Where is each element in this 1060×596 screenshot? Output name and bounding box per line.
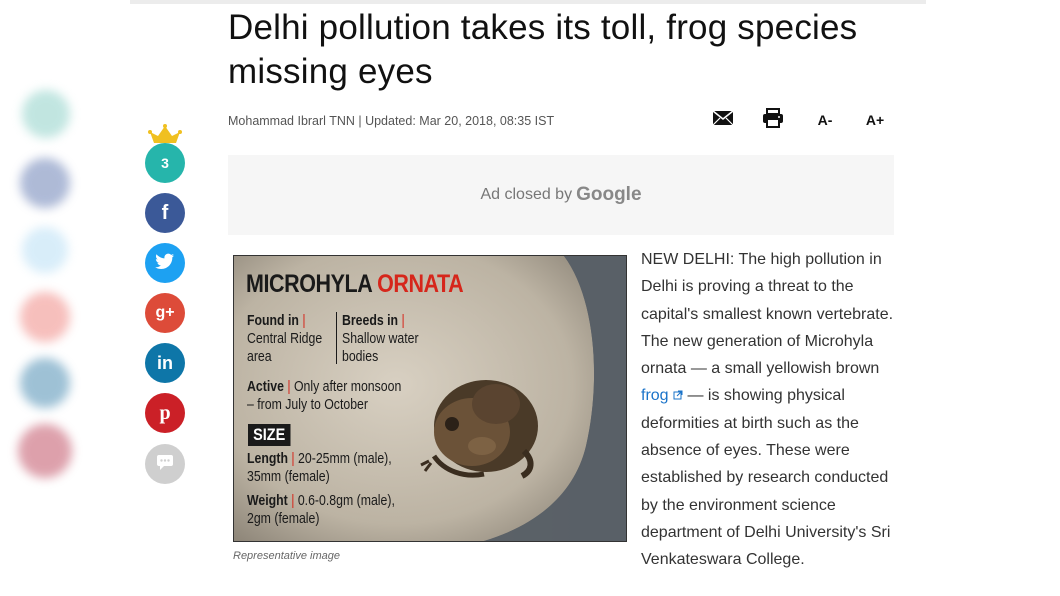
article-text-intro: NEW DELHI: The high pollution in Delhi i… <box>641 251 894 378</box>
blurred-circle <box>22 90 70 138</box>
twitter-share-button[interactable] <box>145 243 185 283</box>
share-count-badge: 3 <box>145 143 185 183</box>
blurred-circle <box>20 158 70 208</box>
blurred-circle <box>20 358 70 408</box>
comment-button[interactable] <box>145 444 185 484</box>
article-headline: Delhi pollution takes its toll, frog spe… <box>228 8 858 91</box>
facebook-share-button[interactable]: f <box>145 193 185 233</box>
found-in-block: Found in | Central Ridge area <box>247 312 323 365</box>
breeds-in-label: Breeds in <box>342 312 399 329</box>
breeds-in-block: Breeds in | Shallow water bodies <box>342 312 419 365</box>
weight-block: Weight | 0.6-0.8gm (male), 2gm (female) <box>247 492 395 527</box>
frog-link-label: frog <box>641 387 669 405</box>
found-in-value: Central Ridge area <box>247 330 323 365</box>
email-button[interactable] <box>711 108 735 132</box>
frog-infographic-image: MICROHYLA ORNATA Found in | Central Ridg… <box>233 255 627 542</box>
envelope-icon <box>712 109 734 131</box>
info-divider <box>336 312 337 364</box>
blurred-circle <box>18 424 72 478</box>
linkedin-share-button[interactable]: in <box>145 343 185 383</box>
ad-closed-label: Ad closed by <box>480 186 573 203</box>
printer-icon <box>762 107 784 133</box>
pinterest-share-button[interactable]: p <box>145 393 185 433</box>
infographic-title: MICROHYLA ORNATA <box>246 270 464 299</box>
google-plus-icon: g+ <box>155 304 175 321</box>
pinterest-icon: p <box>159 401 171 424</box>
facebook-icon: f <box>161 201 169 224</box>
size-heading: SIZE <box>248 424 291 446</box>
weight-label: Weight <box>247 492 288 509</box>
print-button[interactable] <box>761 107 785 133</box>
blurred-circle <box>22 227 68 273</box>
article-text-rest: — is showing physical deformities at bir… <box>641 387 891 569</box>
found-in-label: Found in <box>247 312 299 329</box>
infographic-title-species: ORNATA <box>377 270 464 298</box>
length-label: Length <box>247 450 288 467</box>
blurred-circle <box>20 292 70 342</box>
image-caption: Representative image <box>233 550 341 562</box>
active-label: Active <box>247 378 284 395</box>
article-body: NEW DELHI: The high pollution in Delhi i… <box>641 246 903 574</box>
breeds-in-value: Shallow water bodies <box>342 330 419 365</box>
active-block: Active | Only after monsoon – from July … <box>247 378 402 413</box>
google-logo: Google <box>576 184 642 205</box>
external-link-icon <box>673 387 683 404</box>
linkedin-icon: in <box>157 352 173 373</box>
font-increase-button[interactable]: A+ <box>862 108 888 132</box>
length-block: Length | 20-25mm (male), 35mm (female) <box>247 450 392 485</box>
comment-icon <box>155 453 175 476</box>
infographic-title-genus: MICROHYLA <box>246 270 372 298</box>
ad-closed-banner: Ad closed by Google <box>228 155 894 235</box>
byline: Mohammad Ibrarl TNN | Updated: Mar 20, 2… <box>228 114 555 128</box>
google-plus-share-button[interactable]: g+ <box>145 293 185 333</box>
top-divider <box>130 0 926 4</box>
twitter-icon <box>155 253 175 274</box>
font-decrease-button[interactable]: A- <box>814 108 836 132</box>
frog-link[interactable]: frog <box>641 387 683 404</box>
